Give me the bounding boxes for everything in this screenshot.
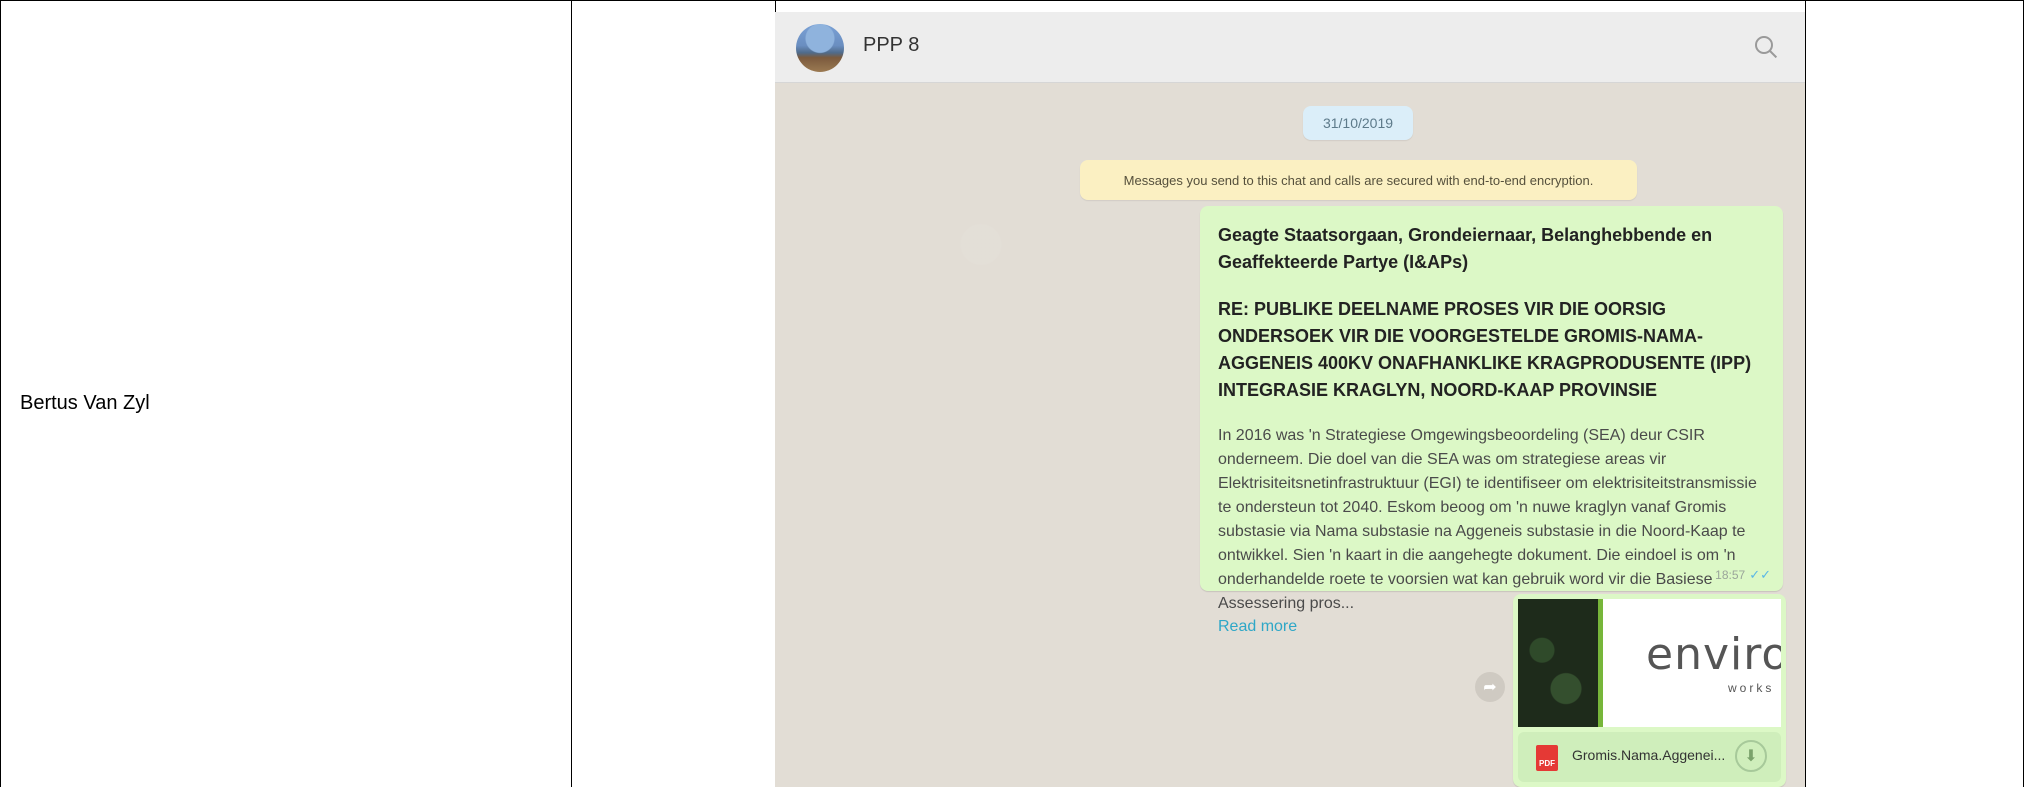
forward-icon[interactable]: ➦ (1475, 672, 1505, 702)
chat-title[interactable]: PPP 8 (863, 34, 919, 57)
read-receipt-icon: ✓✓ (1749, 567, 1771, 582)
thumbnail-photo (1518, 599, 1598, 727)
date-separator: 31/10/2019 (1303, 106, 1413, 140)
search-icon[interactable] (1751, 32, 1781, 62)
message-time: 18:57 (1715, 568, 1746, 582)
table-border-left (0, 0, 1, 787)
pdf-icon: PDF (1536, 745, 1558, 771)
chat-screenshot: PPP 8 31/10/2019 Messages you send to th… (775, 12, 1805, 787)
document-file-name[interactable]: Gromis.Nama.Aggenei... (1572, 747, 1725, 763)
enviroworks-logo-sub: works (1728, 681, 1775, 695)
download-icon[interactable]: ⬇ (1735, 740, 1767, 772)
message-subject: RE: PUBLIKE DEELNAME PROSES VIR DIE OORS… (1218, 299, 1752, 400)
encryption-notice[interactable]: Messages you send to this chat and calls… (1080, 160, 1637, 200)
chat-header: PPP 8 (775, 12, 1805, 83)
document-message[interactable]: enviro works PDF Gromis.Nama.Aggenei... … (1513, 594, 1786, 787)
table-divider-3 (1805, 0, 1806, 787)
group-avatar[interactable] (796, 24, 844, 72)
enviroworks-logo: enviro (1646, 629, 1781, 680)
table-divider-1 (571, 0, 572, 787)
outgoing-message-bubble[interactable]: Geagte Staatsorgaan, Grondeiernaar, Bela… (1200, 206, 1783, 635)
person-name-cell: Bertus Van Zyl (20, 392, 150, 414)
message-heading: Geagte Staatsorgaan, Grondeiernaar, Bela… (1218, 225, 1713, 272)
thumbnail-accent-bar (1598, 599, 1603, 727)
document-file-bar[interactable]: PDF Gromis.Nama.Aggenei... ⬇ (1518, 732, 1781, 782)
document-thumbnail[interactable]: enviro works (1518, 599, 1781, 727)
message-timestamp: 18:57 ✓✓ (1715, 567, 1771, 583)
message-body: In 2016 was 'n Strategiese Omgewingsbeoo… (1218, 427, 1757, 612)
table-border-top (0, 0, 2024, 1)
